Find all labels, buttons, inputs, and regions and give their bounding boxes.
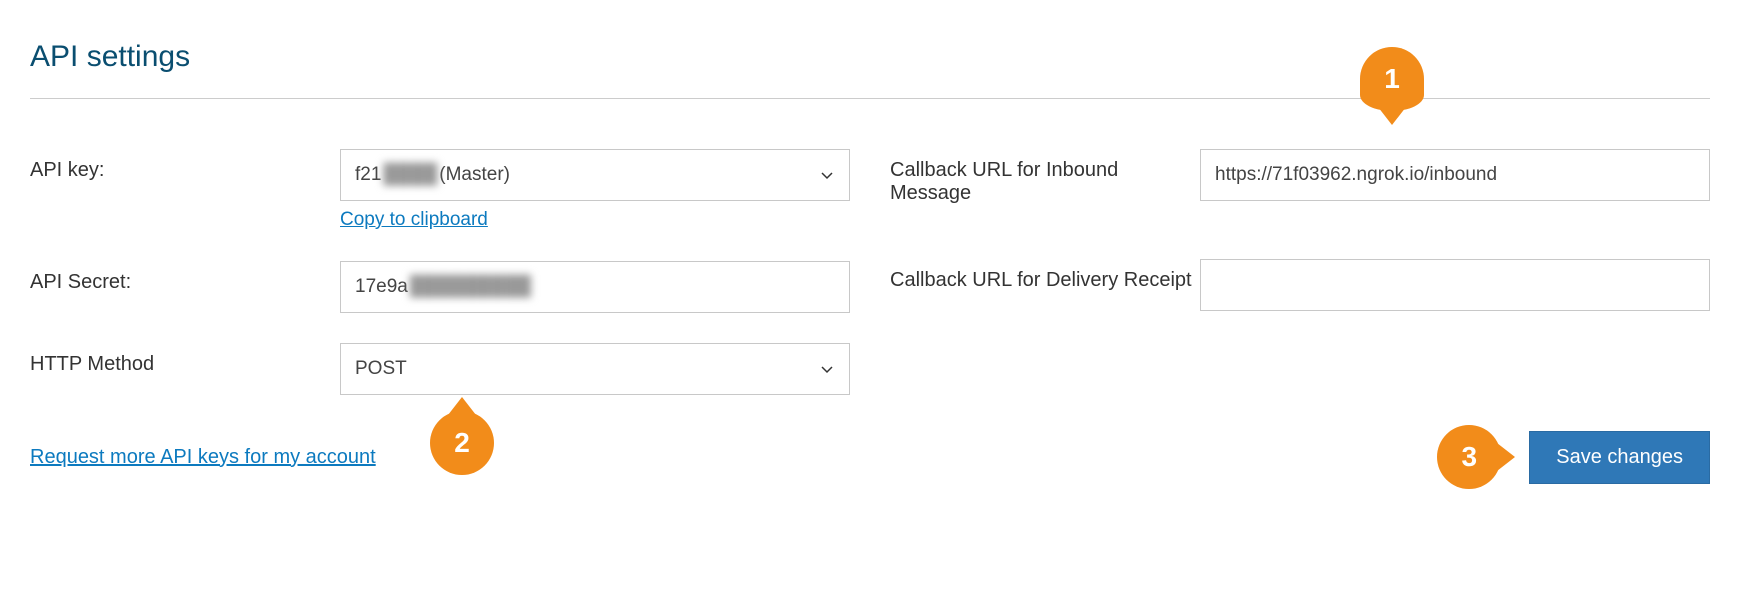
api-key-value-blur: ████ [383, 164, 437, 186]
http-method-label: HTTP Method [30, 343, 340, 376]
api-secret-label: API Secret: [30, 261, 340, 294]
api-key-value-suffix: (Master) [439, 164, 510, 186]
api-secret-blur: █████████ [410, 276, 531, 298]
api-key-value-prefix: f21 [355, 164, 381, 186]
http-method-select[interactable]: POST [340, 343, 850, 395]
chevron-down-icon [821, 164, 833, 186]
api-key-select[interactable]: f21 ████ (Master) [340, 149, 850, 201]
request-more-keys-link[interactable]: Request more API keys for my account [30, 446, 376, 469]
callback-delivery-label: Callback URL for Delivery Receipt [890, 259, 1200, 292]
right-column: 1 Callback URL for Inbound Message https… [890, 149, 1710, 405]
callback-inbound-label: Callback URL for Inbound Message [890, 149, 1200, 205]
api-key-label: API key: [30, 149, 340, 182]
save-changes-button[interactable]: Save changes [1529, 431, 1710, 484]
annotation-2-icon: 2 [430, 411, 494, 475]
callback-delivery-input[interactable] [1200, 259, 1710, 311]
copy-clipboard-link[interactable]: Copy to clipboard [340, 209, 488, 231]
chevron-down-icon [821, 358, 833, 380]
divider [30, 98, 1710, 99]
left-column: API key: f21 ████ (Master) Copy to clipb… [30, 149, 850, 405]
callback-inbound-value: https://71f03962.ngrok.io/inbound [1215, 164, 1497, 186]
annotation-1-icon: 1 [1360, 47, 1424, 111]
annotation-3-icon: 3 [1437, 425, 1501, 489]
api-secret-field[interactable]: 17e9a █████████ [340, 261, 850, 313]
api-secret-prefix: 17e9a [355, 276, 408, 298]
page-title: API settings [30, 40, 1710, 74]
callback-inbound-input[interactable]: https://71f03962.ngrok.io/inbound [1200, 149, 1710, 201]
http-method-value: POST [355, 358, 407, 380]
